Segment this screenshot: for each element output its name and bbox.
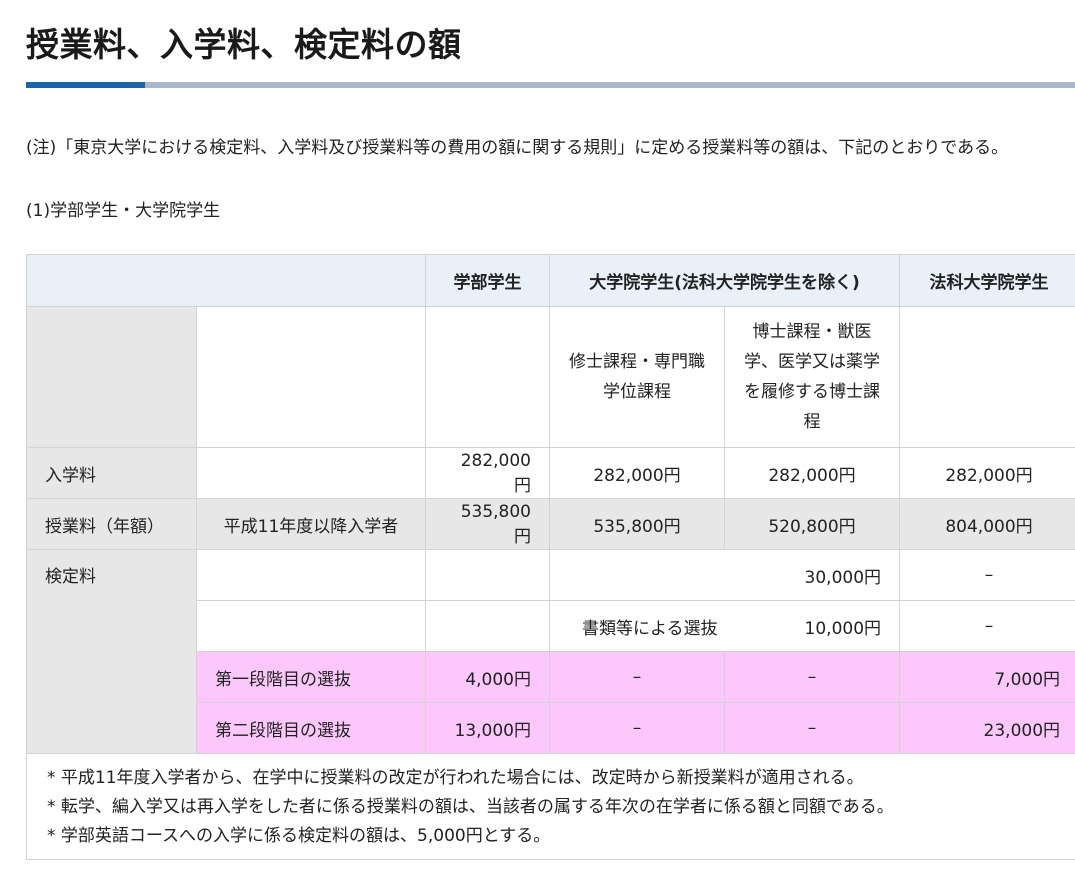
admission-blank xyxy=(196,447,426,499)
subheader-blank-gray xyxy=(26,306,197,448)
tuition-sublabel: 平成11年度以降入学者 xyxy=(196,498,426,550)
subheader-blank-undergrad xyxy=(425,306,550,448)
admission-masters: 282,000円 xyxy=(549,447,725,499)
exam-3-doctoral: – xyxy=(723,651,901,703)
exam-2-undergrad xyxy=(425,600,550,652)
subheader-blank-law xyxy=(899,306,1075,448)
admission-law: 282,000円 xyxy=(899,447,1075,499)
row-label-exam: 検定料 xyxy=(26,549,197,754)
footnote-2: * 転学、編入学又は再入学をした者に係る授業料の額は、当該者の属する年次の在学者… xyxy=(47,797,894,817)
exam-2-law: – xyxy=(899,600,1075,652)
tuition-law: 804,000円 xyxy=(899,498,1075,550)
table-subheader-row: 修士課程・専門職学位課程 博士課程・獣医学、医学又は薬学を履修する博士課程 xyxy=(26,306,1075,448)
table-footnotes-row: * 平成11年度入学者から、在学中に授業料の改定が行われた場合には、改定時から新… xyxy=(25,753,1075,860)
table-row-admission: 入学料 282,000円 282,000円 282,000円 282,000円 xyxy=(26,447,1075,499)
subheader-blank xyxy=(196,306,426,448)
exam-1-grad: 30,000円 xyxy=(548,549,901,601)
footnote-3: * 学部英語コースへの入学に係る検定料の額は、5,000円とする。 xyxy=(47,826,551,846)
tuition-doctoral: 520,800円 xyxy=(723,498,901,550)
subheader-masters: 修士課程・専門職学位課程 xyxy=(549,306,725,448)
row-label-admission: 入学料 xyxy=(26,447,197,499)
exam-1-blank xyxy=(196,549,426,601)
exam-1-law: – xyxy=(899,549,1075,601)
tuition-undergrad: 535,800円 xyxy=(425,498,550,550)
fee-table: 学部学生 大学院学生(法科大学院学生を除く) 法科大学院学生 修士課程・専門職学… xyxy=(25,254,1075,860)
table-header-row: 学部学生 大学院学生(法科大学院学生を除く) 法科大学院学生 xyxy=(26,254,1075,307)
header-grad: 大学院学生(法科大学院学生を除く) xyxy=(548,254,901,307)
exam-4-law: 23,000円 xyxy=(899,702,1075,754)
exam-2-grad-value: 10,000円 xyxy=(804,618,882,639)
footnotes: * 平成11年度入学者から、在学中に授業料の改定が行われた場合には、改定時から新… xyxy=(25,753,1075,860)
exam-2-blank xyxy=(196,600,426,652)
table-row-exam-1: 検定料 30,000円 – xyxy=(26,549,1075,754)
admission-doctoral: 282,000円 xyxy=(723,447,901,499)
subheader-doctoral: 博士課程・獣医学、医学又は薬学を履修する博士課程 xyxy=(723,306,901,448)
row-label-tuition: 授業料（年額） xyxy=(26,498,197,550)
admission-undergrad: 282,000円 xyxy=(425,447,550,499)
header-undergrad: 学部学生 xyxy=(425,254,550,307)
title-underline xyxy=(26,82,1075,88)
exam-3-law: 7,000円 xyxy=(899,651,1075,703)
tuition-masters: 535,800円 xyxy=(549,498,725,550)
exam-2-grad-label: 書類等による選抜 xyxy=(582,618,718,639)
footnote-1: * 平成11年度入学者から、在学中に授業料の改定が行われた場合には、改定時から新… xyxy=(47,768,864,788)
exam-3-label: 第一段階目の選抜 xyxy=(196,651,426,703)
header-blank-cell xyxy=(26,254,426,307)
page-title: 授業料、入学料、検定料の額 xyxy=(26,25,462,64)
exam-1-undergrad xyxy=(425,549,550,601)
exam-4-label: 第二段階目の選抜 xyxy=(196,702,426,754)
regulation-note: (注)「東京大学における検定料、入学料及び授業料等の費用の額に関する規則」に定め… xyxy=(26,138,1009,158)
title-underline-accent xyxy=(26,82,145,88)
exam-4-doctoral: – xyxy=(723,702,901,754)
exam-3-masters: – xyxy=(549,651,725,703)
exam-4-masters: – xyxy=(549,702,725,754)
exam-4-undergrad: 13,000円 xyxy=(425,702,550,754)
exam-3-undergrad: 4,000円 xyxy=(425,651,550,703)
section-heading: (1)学部学生・大学院学生 xyxy=(26,201,221,221)
table-row-tuition: 授業料（年額） 平成11年度以降入学者 535,800円 535,800円 52… xyxy=(26,498,1075,550)
header-law: 法科大学院学生 xyxy=(899,254,1075,307)
exam-2-grad: 書類等による選抜 10,000円 xyxy=(548,600,901,652)
